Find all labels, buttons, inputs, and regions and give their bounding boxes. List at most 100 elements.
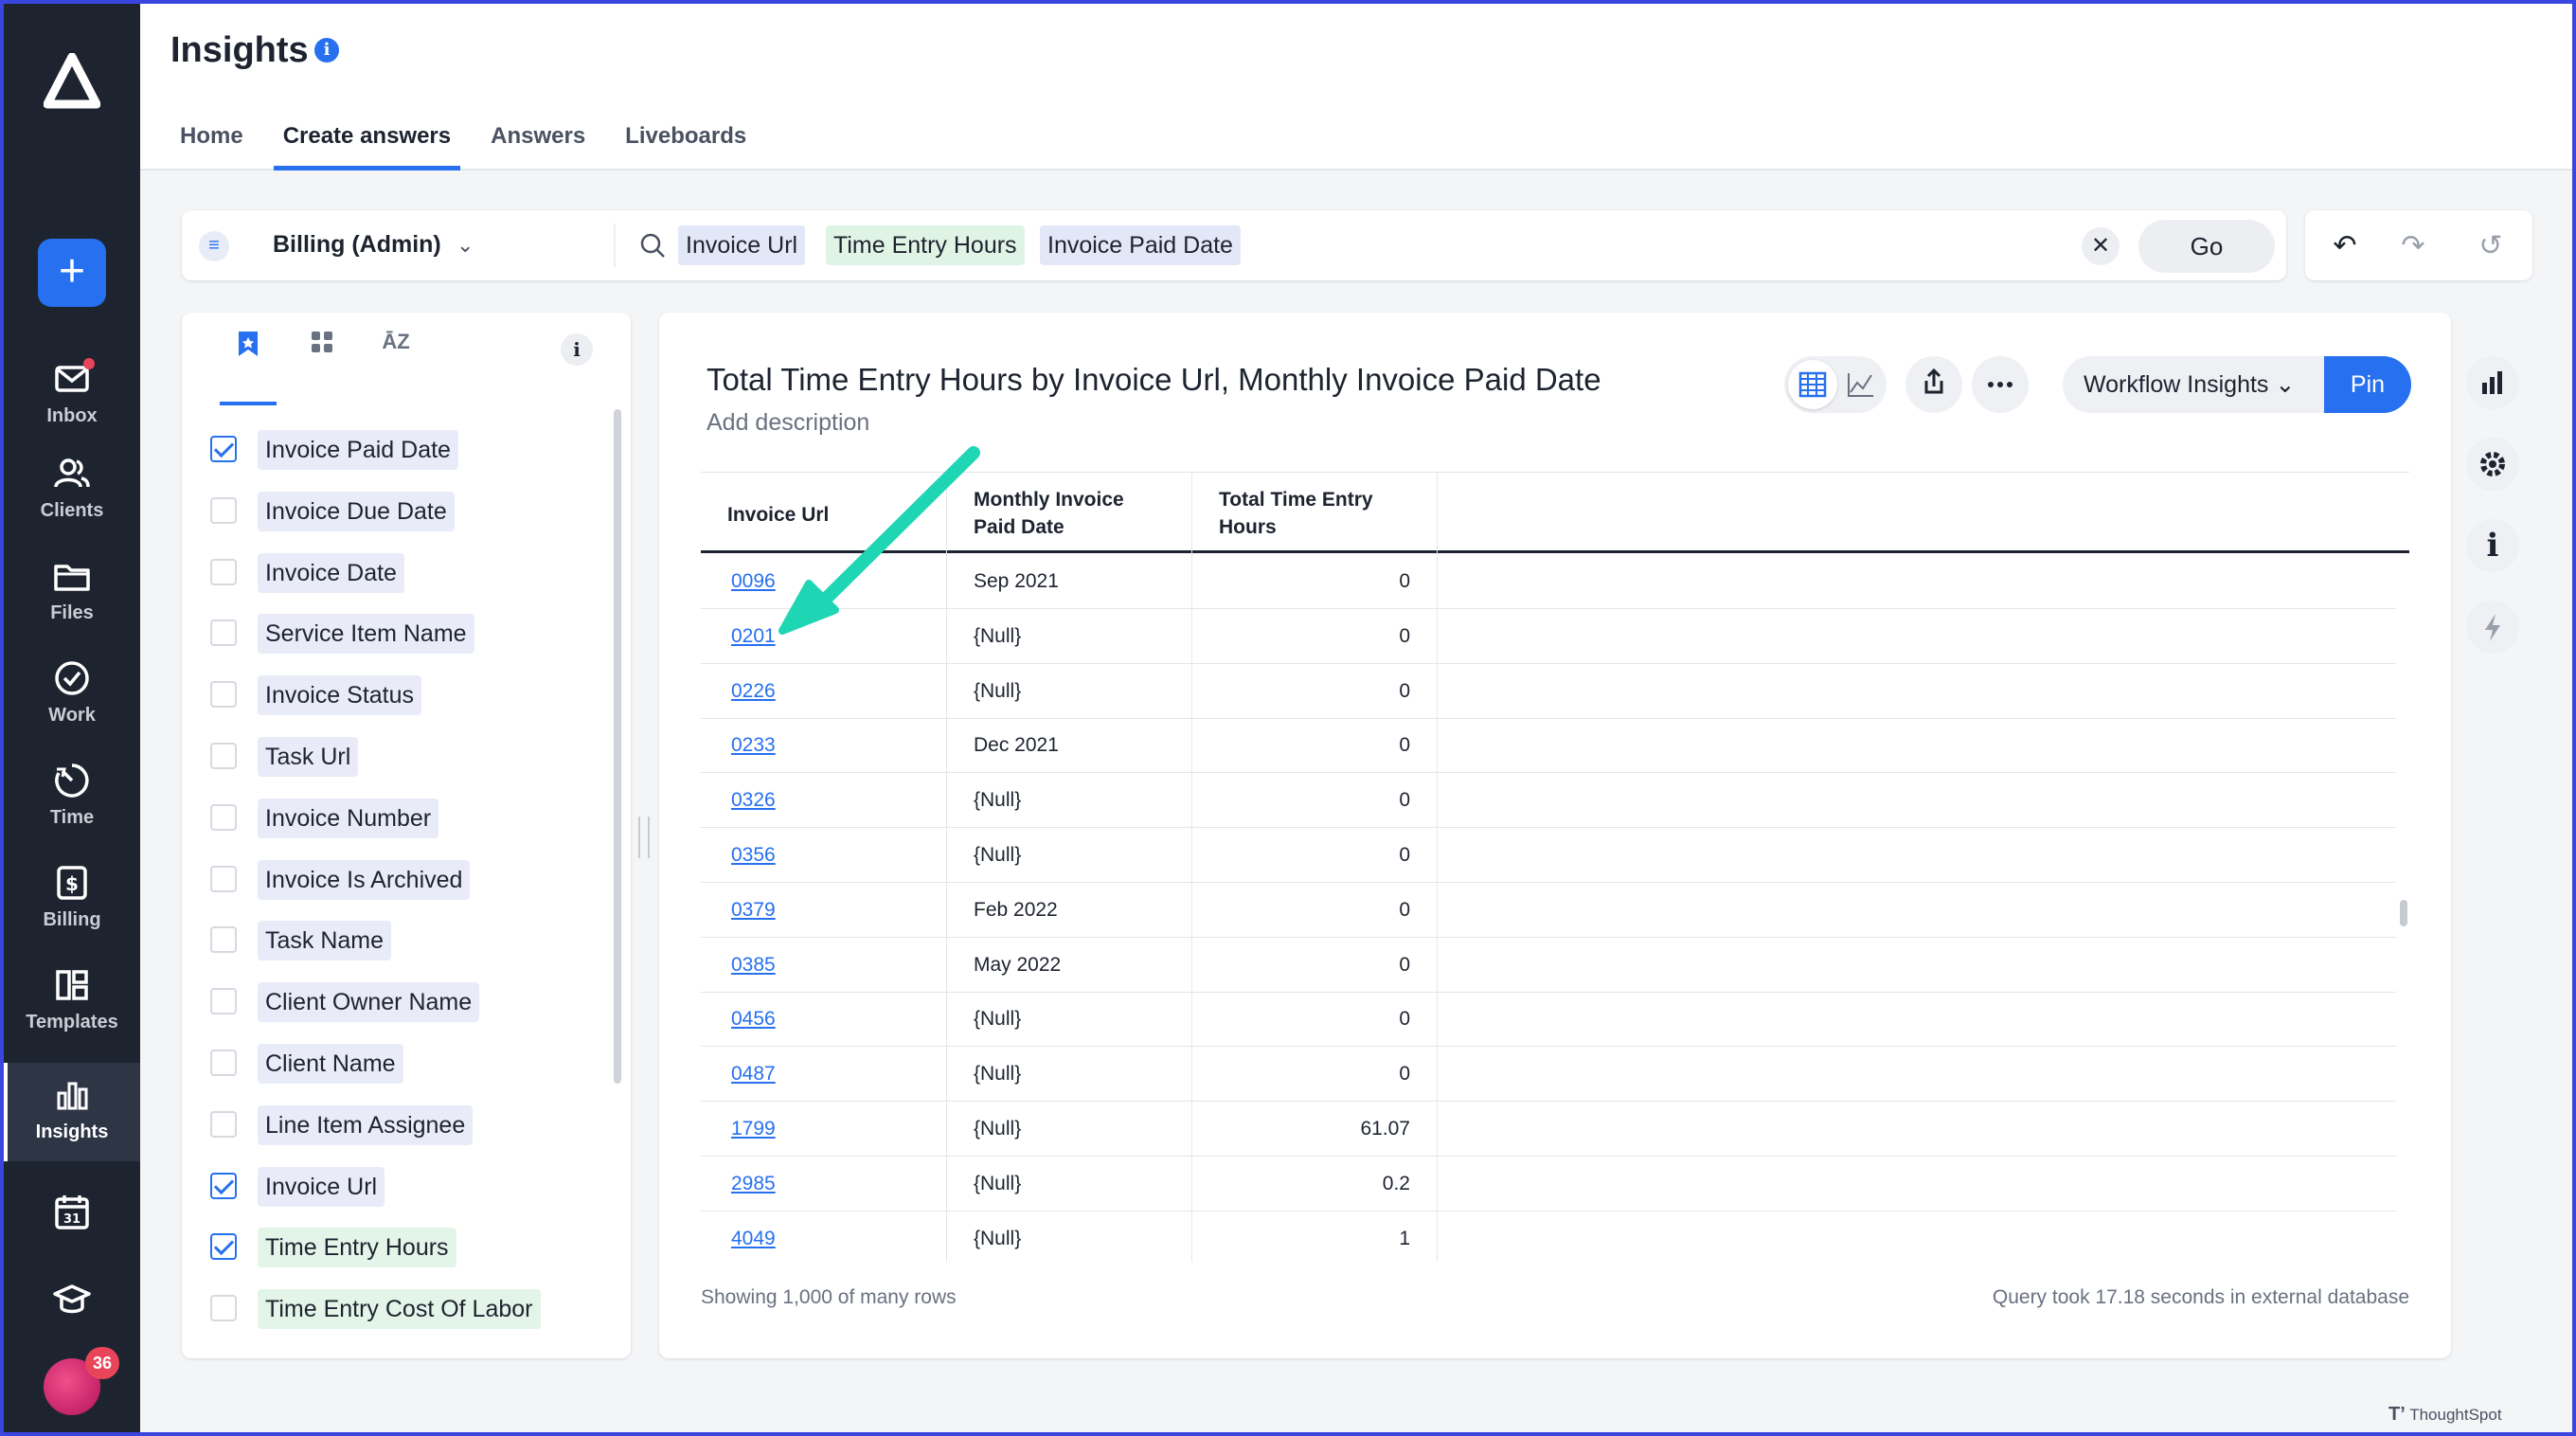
column-list-item[interactable]: Invoice Url xyxy=(182,1156,608,1216)
nav-item-billing[interactable]: $ Billing xyxy=(4,851,140,949)
nav-item-templates[interactable]: Templates xyxy=(4,953,140,1051)
invoice-url-link[interactable]: 0356 xyxy=(701,828,947,883)
tab-grid-view[interactable] xyxy=(294,330,350,375)
scrollbar[interactable] xyxy=(2400,900,2407,926)
column-checkbox[interactable] xyxy=(210,681,237,709)
search-token[interactable]: Time Entry Hours xyxy=(826,225,1025,265)
column-list-item[interactable]: Client Name xyxy=(182,1032,608,1093)
column-name[interactable]: Client Name xyxy=(258,1044,403,1084)
column-name[interactable]: Time Entry Cost Of Labor xyxy=(258,1289,541,1330)
column-name[interactable]: Client Owner Name xyxy=(258,982,480,1023)
column-list-item[interactable]: Time Entry Cost Of Labor xyxy=(182,1278,608,1338)
column-list-item[interactable]: Invoice Number xyxy=(182,787,608,848)
tab-create-answers[interactable]: Create answers xyxy=(273,116,461,171)
chart-view-button[interactable] xyxy=(1835,360,1885,409)
tab-answers[interactable]: Answers xyxy=(481,116,595,171)
pin-button[interactable]: Pin xyxy=(2324,356,2411,413)
column-list-item[interactable]: Invoice Date xyxy=(182,542,608,602)
share-button[interactable] xyxy=(1905,356,1962,413)
invoice-url-link[interactable]: 0233 xyxy=(701,718,947,774)
invoice-url-link[interactable]: 1799 xyxy=(701,1102,947,1157)
column-checkbox[interactable] xyxy=(210,619,237,647)
column-list-item[interactable]: Service Item Name xyxy=(182,602,608,663)
column-checkbox[interactable] xyxy=(210,803,237,831)
nav-item-inbox[interactable]: Inbox xyxy=(4,347,140,445)
column-checkbox[interactable] xyxy=(210,743,237,769)
invoice-url-link[interactable]: 0226 xyxy=(701,663,947,719)
spotiq-button[interactable] xyxy=(2466,601,2519,654)
search-token[interactable]: Invoice Paid Date xyxy=(1040,225,1241,265)
column-list-item[interactable]: Time Entry Hours xyxy=(182,1216,608,1277)
reset-icon[interactable]: ↺ xyxy=(2472,227,2510,265)
column-name[interactable]: Task Name xyxy=(258,921,392,961)
search-token[interactable]: Invoice Url xyxy=(678,225,806,265)
column-list-item[interactable]: Invoice Paid Date xyxy=(182,419,608,479)
chevron-down-icon[interactable]: ⌄ xyxy=(456,233,474,258)
column-checkbox[interactable] xyxy=(210,1295,237,1322)
column-name[interactable]: Invoice Status xyxy=(258,675,422,716)
column-name[interactable]: Line Item Assignee xyxy=(258,1104,474,1145)
column-name[interactable]: Task Url xyxy=(258,737,359,777)
info-icon[interactable]: i xyxy=(2466,519,2519,572)
column-name[interactable]: Invoice Paid Date xyxy=(258,430,458,470)
column-header[interactable]: Invoice Url xyxy=(701,473,947,554)
undo-icon[interactable]: ↶ xyxy=(2326,227,2364,265)
answer-title[interactable]: Total Time Entry Hours by Invoice Url, M… xyxy=(707,362,1601,398)
nav-item-work[interactable]: Work xyxy=(4,646,140,745)
column-checkbox[interactable] xyxy=(210,1172,237,1199)
column-list-item[interactable]: Task Url xyxy=(182,726,608,786)
nav-item-clients[interactable]: Clients xyxy=(4,441,140,540)
datasource-selector[interactable]: Billing (Admin) xyxy=(273,231,441,259)
description-field[interactable]: Add description xyxy=(707,409,869,437)
nav-item-files[interactable]: Files xyxy=(4,544,140,642)
column-header[interactable]: Total Time Entry Hours xyxy=(1192,473,1438,554)
column-name[interactable]: Invoice Number xyxy=(258,798,439,838)
more-options-button[interactable] xyxy=(1972,356,2029,413)
tab-bookmarked[interactable] xyxy=(220,330,277,405)
nav-item-insights[interactable]: Insights xyxy=(4,1063,140,1161)
column-name[interactable]: Service Item Name xyxy=(258,614,474,655)
column-checkbox[interactable] xyxy=(210,496,237,524)
column-checkbox[interactable] xyxy=(210,1233,237,1261)
tab-liveboards[interactable]: Liveboards xyxy=(616,116,756,171)
workflow-dropdown[interactable]: Workflow Insights ⌄ xyxy=(2063,356,2324,413)
column-checkbox[interactable] xyxy=(210,558,237,585)
info-icon[interactable]: i xyxy=(314,38,339,63)
column-header[interactable]: Monthly Invoice Paid Date xyxy=(947,473,1192,554)
datasource-menu-icon[interactable]: ≡ xyxy=(199,231,229,261)
tab-home[interactable]: Home xyxy=(170,116,253,171)
clear-search-button[interactable]: ✕ xyxy=(2082,227,2120,265)
column-list-item[interactable]: Invoice Is Archived xyxy=(182,849,608,909)
column-list-item[interactable]: Client Owner Name xyxy=(182,971,608,1032)
invoice-url-link[interactable]: 0385 xyxy=(701,937,947,993)
redo-icon[interactable]: ↷ xyxy=(2394,227,2432,265)
column-list-item[interactable]: Line Item Assignee xyxy=(182,1094,608,1155)
column-checkbox[interactable] xyxy=(210,865,237,892)
invoice-url-link[interactable]: 0379 xyxy=(701,882,947,938)
table-view-button[interactable] xyxy=(1788,360,1837,409)
nav-item-time[interactable]: Time xyxy=(4,748,140,847)
calendar-icon[interactable]: 31 xyxy=(51,1192,93,1233)
column-checkbox[interactable] xyxy=(210,1110,237,1138)
invoice-url-link[interactable]: 0326 xyxy=(701,773,947,829)
column-checkbox[interactable] xyxy=(210,1050,237,1076)
column-checkbox[interactable] xyxy=(210,926,237,954)
column-name[interactable]: Time Entry Hours xyxy=(258,1228,456,1268)
column-name[interactable]: Invoice Url xyxy=(258,1166,385,1207)
sort-az-icon[interactable]: ĀZ xyxy=(367,330,424,375)
column-list-item[interactable]: Task Name xyxy=(182,909,608,970)
chart-config-button[interactable] xyxy=(2466,356,2519,409)
create-new-button[interactable]: + xyxy=(38,239,106,307)
column-name[interactable]: Invoice Is Archived xyxy=(258,859,471,900)
graduation-cap-icon[interactable] xyxy=(51,1279,93,1320)
settings-button[interactable] xyxy=(2466,438,2519,491)
invoice-url-link[interactable]: 0456 xyxy=(701,992,947,1048)
column-name[interactable]: Invoice Date xyxy=(258,552,404,593)
column-checkbox[interactable] xyxy=(210,436,237,462)
invoice-url-link[interactable]: 0096 xyxy=(701,554,947,609)
invoice-url-link[interactable]: 0487 xyxy=(701,1047,947,1103)
go-button[interactable]: Go xyxy=(2138,220,2275,273)
column-list-item[interactable]: Invoice Due Date xyxy=(182,480,608,541)
column-checkbox[interactable] xyxy=(210,988,237,1015)
invoice-url-link[interactable]: 4049 xyxy=(701,1211,947,1262)
